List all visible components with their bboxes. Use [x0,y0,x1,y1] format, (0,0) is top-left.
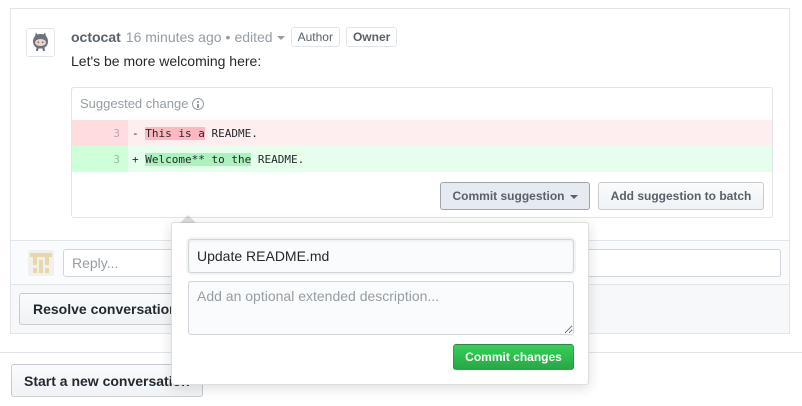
octocat-icon [27,29,54,56]
owner-badge: Owner [345,27,398,47]
commit-suggestion-popover: Commit changes [171,215,589,385]
suggested-change-header: Suggested change [80,96,205,111]
deleted-line-code: - This is a README. [128,126,258,140]
edited-label: edited [234,29,273,45]
deleted-line-number: 3 [72,120,128,146]
identicon-icon [28,250,54,276]
octocat-avatar[interactable] [26,28,55,57]
user-avatar[interactable] [28,250,54,276]
deleted-line: 3 - This is a README. [72,120,772,146]
deleted-line-prefix: - [132,126,146,140]
info-icon[interactable] [192,97,205,110]
add-to-batch-button[interactable]: Add suggestion to batch [598,182,764,210]
comment-timestamp[interactable]: 16 minutes ago [126,29,222,45]
comment-header: octocat 16 minutes ago • edited Author O… [71,27,398,47]
chevron-down-icon [569,195,578,199]
deleted-line-rest: README. [204,126,258,140]
added-line-prefix: + [132,152,146,166]
commit-changes-button[interactable]: Commit changes [453,344,574,370]
comment-body: Let's be more welcoming here: [71,53,262,69]
suggested-change-box: Suggested change 3 - This is a README. 3… [71,87,773,218]
commit-title-input[interactable] [188,239,574,273]
resolve-conversation-button[interactable]: Resolve conversation [19,293,179,325]
commit-description-input[interactable] [188,281,574,335]
commit-suggestion-button[interactable]: Commit suggestion [440,182,590,210]
author-name[interactable]: octocat [71,29,121,45]
added-line-code: + Welcome** to the README. [128,152,305,166]
added-line: 3 + Welcome** to the README. [72,146,772,172]
deleted-highlight: This is a [145,126,205,140]
added-line-number: 3 [72,146,128,172]
commit-suggestion-label: Commit suggestion [452,189,565,203]
review-comment: octocat 16 minutes ago • edited Author O… [11,9,789,240]
added-line-rest: README. [251,152,305,166]
added-highlight: Welcome** to the [145,152,252,166]
chevron-down-icon [276,36,285,40]
author-badge: Author [290,27,340,47]
suggested-change-title: Suggested change [80,96,189,111]
edited-dropdown[interactable]: edited [234,29,285,45]
separator-bullet: • [225,29,231,45]
